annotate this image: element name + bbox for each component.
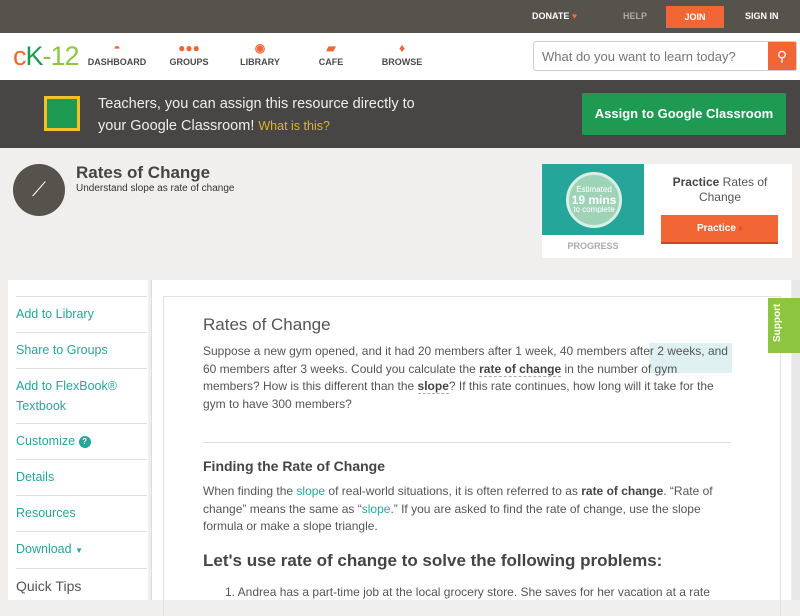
content-card: Rates of Change Suppose a new gym opened… [163,296,781,616]
dashboard-icon: ◓ [82,41,152,57]
search-box: ⚲ [533,41,797,71]
caret-down-icon: ▼ [75,546,83,555]
nav-groups[interactable]: ●●●GROUPS [154,41,224,67]
progress-label: PROGRESS [542,241,644,251]
help-icon[interactable]: ? [79,436,91,448]
library-icon: ◉ [225,41,295,57]
practice-title: Practice Rates of Change [650,175,790,205]
problem-item: 1. Andrea has a part-time job at the loc… [225,584,710,602]
chevron-right-icon: › [739,223,742,234]
problems-heading: Let's use rate of change to solve the fo… [203,551,662,571]
sidebar-share-to-groups[interactable]: Share to Groups [16,332,147,360]
google-classroom-banner: Teachers, you can assign this resource d… [0,80,800,148]
sidebar-download[interactable]: Download ▼ [16,531,147,561]
heart-icon: ♥ [572,11,577,21]
what-is-this-link[interactable]: What is this? [258,119,330,133]
progress-image: Estimated19 minsto complete [542,164,644,235]
nav-browse[interactable]: ♦BROWSE [367,41,437,67]
banner-text-line2: your Google Classroom! [98,118,254,134]
main-content: Rates of Change Suppose a new gym opened… [151,280,791,600]
assign-google-classroom-button[interactable]: Assign to Google Classroom [582,93,786,135]
sidebar: Add to Library Share to Groups Add to Fl… [8,280,148,600]
divider [203,442,731,443]
slope-link[interactable]: slope [296,484,325,498]
banner-text-line1: Teachers, you can assign this resource d… [98,93,415,115]
donate-link[interactable]: DONATE ♥ [532,11,577,21]
sidebar-add-to-flexbook[interactable]: Add to FlexBook® Textbook [16,368,147,416]
rate-of-change-term[interactable]: rate of change [479,362,561,377]
estimate-badge: Estimated19 minsto complete [566,172,622,228]
intro-paragraph: Suppose a new gym opened, and it had 20 … [203,343,733,413]
slope-graph-icon: ⟋ [13,164,65,216]
slope-link-2[interactable]: slope [362,502,391,516]
practice-panel: Estimated19 minsto complete PROGRESS Pra… [542,164,792,258]
support-tab[interactable]: Support [768,298,800,353]
groups-icon: ●●● [154,41,224,57]
sidebar-resources[interactable]: Resources [16,495,147,523]
lesson-subtitle: Understand slope as rate of change [76,183,234,194]
sidebar-quick-tips[interactable]: Quick Tips [16,568,147,596]
sidebar-add-to-library[interactable]: Add to Library [16,296,147,324]
section-heading: Finding the Rate of Change [203,458,385,474]
practice-button[interactable]: Practice › [661,215,778,244]
main-nav: cK-12 ◓DASHBOARD ●●●GROUPS ◉LIBRARY ▰CAF… [0,33,800,80]
browse-icon: ♦ [367,41,437,57]
cafe-icon: ▰ [296,41,366,57]
lesson-title: Rates of Change [76,163,210,183]
search-input[interactable] [542,49,762,64]
ck12-logo[interactable]: cK-12 [13,41,79,72]
slope-term[interactable]: slope [418,379,449,394]
content-title: Rates of Change [203,315,331,335]
nav-dashboard[interactable]: ◓DASHBOARD [82,41,152,67]
nav-cafe[interactable]: ▰CAFE [296,41,366,67]
help-link[interactable]: HELP [623,11,647,21]
nav-library[interactable]: ◉LIBRARY [225,41,295,67]
search-icon: ⚲ [777,48,787,64]
sidebar-customize[interactable]: Customize ? [16,423,147,451]
top-bar: DONATE ♥ HELP JOIN SIGN IN [0,0,800,33]
section-paragraph: When finding the slope of real-world sit… [203,483,733,536]
search-button[interactable]: ⚲ [768,42,796,70]
sign-in-link[interactable]: SIGN IN [745,11,779,21]
join-button[interactable]: JOIN [666,6,724,28]
google-classroom-icon [44,96,80,131]
sidebar-details[interactable]: Details [16,459,147,487]
